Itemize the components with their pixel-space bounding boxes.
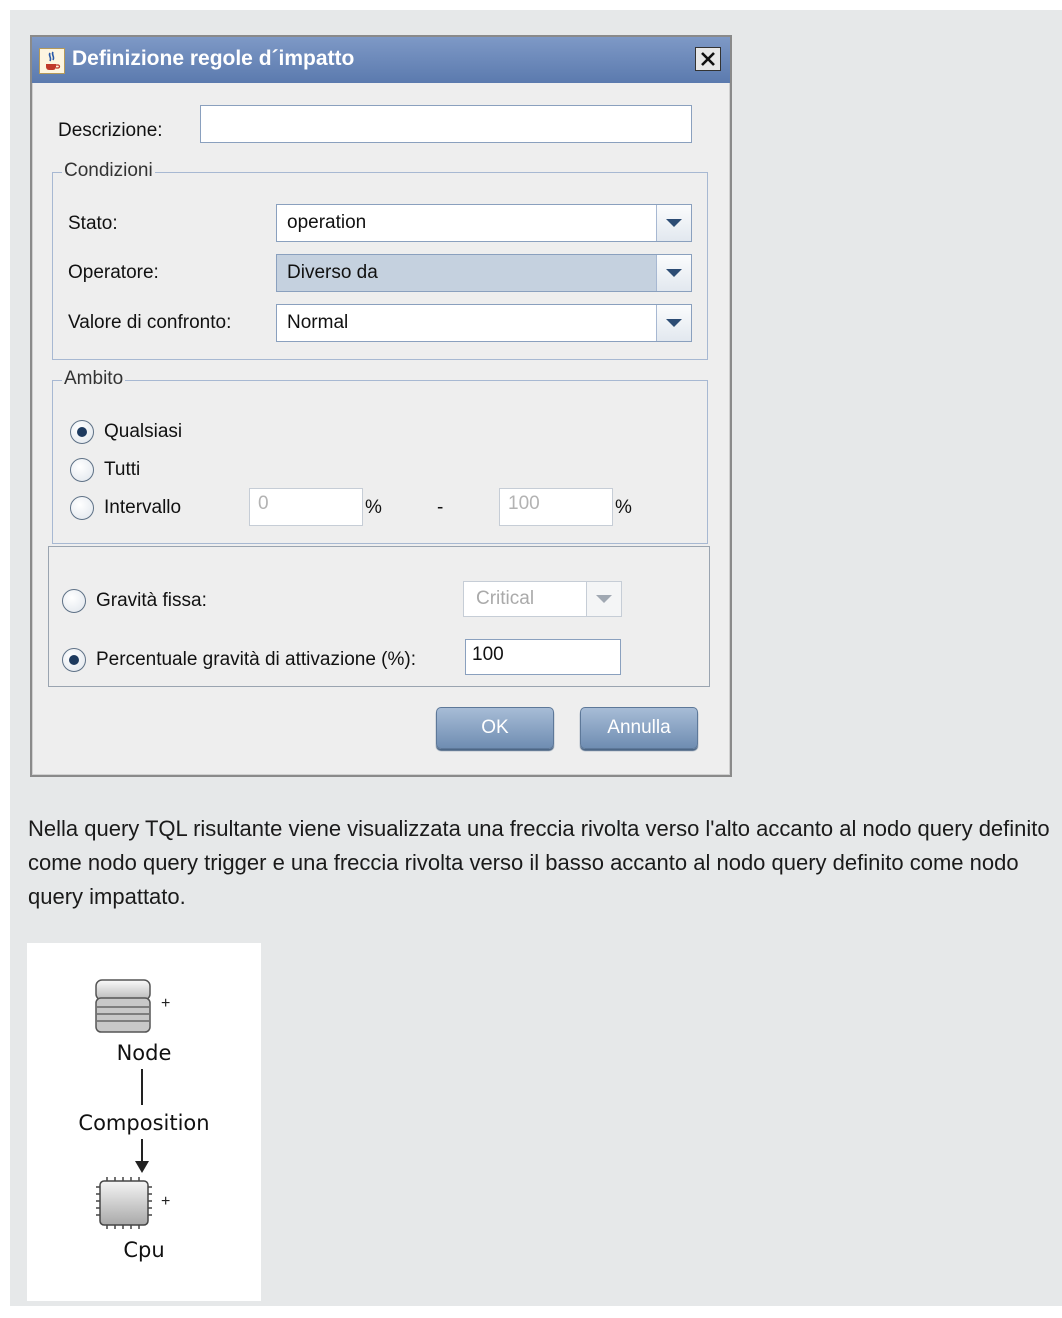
scope-range-radio[interactable] [70, 496, 94, 520]
stato-dropdown-arrow[interactable] [656, 205, 691, 241]
percent-severity-input[interactable]: 100 [465, 639, 621, 675]
scope-range-label: Intervallo [104, 497, 182, 518]
cpu-impacted-marker: + [161, 1193, 171, 1210]
node-label: Node [116, 1041, 172, 1065]
operatore-dropdown[interactable]: Diverso da [276, 254, 692, 292]
close-button[interactable] [695, 47, 721, 71]
dialog-title: Definizione regole d´impatto [72, 47, 355, 70]
fixed-severity-value: Critical [476, 588, 535, 609]
triangle-down-icon [666, 269, 682, 277]
cancel-button[interactable]: Annulla [580, 707, 698, 749]
dialog-content: Descrizione: Condizioni Stato: operation… [32, 83, 730, 775]
scope-all-radio[interactable] [70, 458, 94, 482]
scope-any-radio[interactable] [70, 420, 94, 444]
stato-dropdown[interactable]: operation [276, 204, 692, 242]
fixed-severity-dropdown[interactable]: Critical [463, 581, 622, 617]
valore-label: Valore di confronto: [68, 312, 232, 333]
valore-value: Normal [287, 312, 349, 333]
cpu-label: Cpu [123, 1238, 165, 1262]
composition-label: Composition [78, 1111, 210, 1135]
scope-legend: Ambito [62, 368, 126, 390]
arrow-down-icon [133, 1139, 151, 1180]
node-trigger-marker: + [161, 995, 171, 1012]
impact-rule-dialog: Definizione regole d´impatto Descrizione… [30, 35, 732, 777]
valore-dropdown[interactable]: Normal [276, 304, 692, 342]
composition-line-top [141, 1069, 143, 1105]
percent-severity-label: Percentuale gravità di attivazione (%): [96, 649, 416, 670]
node-server-icon[interactable] [94, 978, 156, 1041]
percent-severity-radio[interactable] [62, 648, 86, 672]
fixed-severity-radio[interactable] [62, 589, 86, 613]
dialog-titlebar: Definizione regole d´impatto [32, 37, 730, 83]
tql-diagram: + Node Composition + Cpu [27, 943, 261, 1301]
operatore-dropdown-arrow[interactable] [656, 255, 691, 291]
range-to-input[interactable]: 100 [499, 488, 613, 526]
range-to-percent: % [615, 497, 632, 518]
description-input[interactable] [200, 105, 692, 143]
triangle-down-icon [666, 319, 682, 327]
fixed-severity-dropdown-arrow[interactable] [586, 582, 621, 616]
triangle-down-icon [666, 219, 682, 227]
scope-any-label: Qualsiasi [104, 421, 183, 442]
conditions-legend: Condizioni [62, 160, 155, 182]
cpu-chip-icon[interactable] [95, 1177, 153, 1234]
triangle-down-icon [596, 595, 612, 603]
description-label: Descrizione: [58, 120, 163, 141]
range-dash: - [437, 497, 444, 518]
operatore-label: Operatore: [68, 262, 159, 283]
scope-all-label: Tutti [104, 459, 141, 480]
explanation-paragraph: Nella query TQL risultante viene visuali… [28, 816, 1050, 909]
fixed-severity-label: Gravità fissa: [96, 590, 207, 611]
java-cup-icon [39, 48, 65, 74]
range-from-input[interactable]: 0 [249, 488, 363, 526]
ok-button[interactable]: OK [436, 707, 554, 749]
stato-value: operation [287, 212, 367, 233]
valore-dropdown-arrow[interactable] [656, 305, 691, 341]
stato-label: Stato: [68, 213, 118, 234]
range-from-percent: % [365, 497, 382, 518]
operatore-value: Diverso da [277, 255, 656, 291]
close-icon [701, 52, 715, 66]
